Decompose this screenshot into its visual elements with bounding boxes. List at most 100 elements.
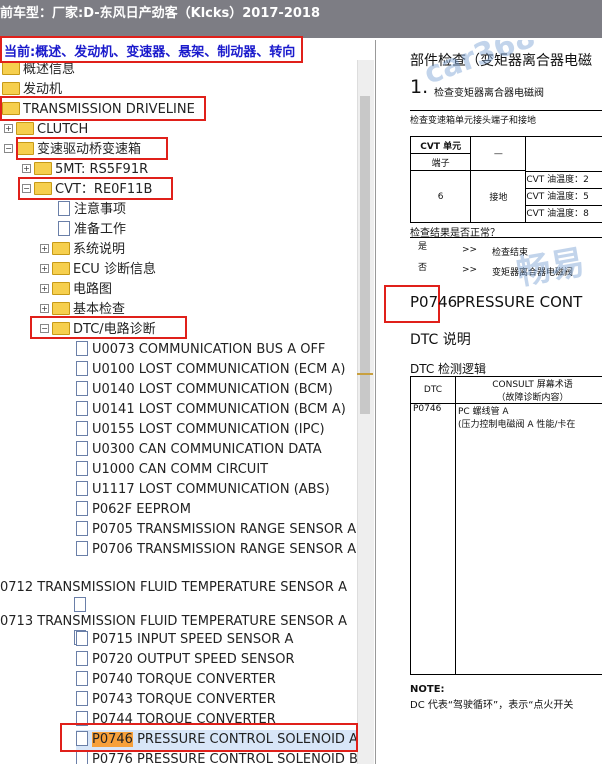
folder-open-icon — [2, 102, 20, 115]
result-no: 否 — [418, 263, 428, 273]
folder-icon — [52, 302, 70, 315]
tree-item-dtc[interactable]: P0720 OUTPUT SPEED SENSOR — [76, 650, 295, 670]
tree-item-basic-check[interactable]: + 基本检查 — [40, 300, 125, 320]
document-icon — [76, 441, 88, 456]
tree-item-preparation[interactable]: 准备工作 — [58, 220, 126, 240]
tree-item-selected-p0746[interactable]: P0746 PRESSURE CONTROL SOLENOID A — [76, 730, 357, 750]
document-icon — [58, 221, 70, 236]
step-number: 1. — [410, 76, 429, 98]
tree-item-overview[interactable]: 概述信息 — [2, 60, 75, 80]
document-icon — [76, 421, 88, 436]
tree-item-dtc[interactable]: U0155 LOST COMMUNICATION (IPC) — [76, 420, 325, 440]
tree-item-dtc[interactable]: U0141 LOST COMMUNICATION (BCM A) — [76, 400, 346, 420]
tree-item-wiring[interactable]: + 电路图 — [40, 280, 112, 300]
folder-icon — [34, 162, 52, 175]
document-icon — [76, 521, 88, 536]
document-icon — [76, 631, 88, 646]
expand-icon[interactable]: + — [4, 124, 13, 133]
navigation-tree: 概述信息 发动机 TRANSMISSION DRIVELINE + CLUTCH … — [0, 60, 357, 764]
expand-icon[interactable]: + — [22, 164, 31, 173]
tree-item-dtc[interactable]: P062F EEPROM — [76, 500, 191, 520]
tree-item-dtc[interactable]: P0743 TORQUE CONVERTER — [76, 690, 276, 710]
breadcrumb-text: 当前:概述、发动机、变速器、悬架、制动器、转向 — [4, 45, 296, 60]
tree-item-transaxle[interactable]: − 变速驱动桥变速箱 — [4, 140, 141, 160]
folder-icon — [16, 122, 34, 135]
folder-open-icon — [52, 322, 70, 335]
document-icon — [76, 461, 88, 476]
tree-item-dtc[interactable]: U0073 COMMUNICATION BUS A OFF — [76, 340, 325, 360]
collapse-icon[interactable]: − — [4, 144, 13, 153]
document-icon — [76, 341, 88, 356]
tree-item-engine[interactable]: 发动机 — [2, 80, 62, 100]
dtc-logic-heading: DTC 检测逻辑 — [410, 362, 487, 376]
tree-item-dtc[interactable]: P0740 TORQUE CONVERTER — [76, 670, 276, 690]
check-table: CVT 单元 — CVT 油温度：2 CVT 油温度：5 CVT 油温度：8 端子… — [409, 136, 602, 223]
tree-item-transmission[interactable]: TRANSMISSION DRIVELINE — [2, 100, 195, 120]
dtc-description-heading: DTC 说明 — [410, 332, 471, 348]
tree-item-precautions[interactable]: 注意事项 — [58, 200, 126, 220]
tree-item-dtc[interactable]: U0300 CAN COMMUNICATION DATA — [76, 440, 322, 460]
tree-item-p0712[interactable]: 0712 TRANSMISSION FLUID TEMPERATURE SENS… — [0, 578, 347, 598]
dtc-code: P0746 — [410, 293, 458, 311]
document-icon — [76, 381, 88, 396]
document-icon — [76, 501, 88, 516]
result-yes: 是 — [418, 242, 428, 252]
expand-icon[interactable]: + — [40, 264, 49, 273]
tree-item-dtc[interactable]: P0705 TRANSMISSION RANGE SENSOR A — [76, 520, 356, 540]
tree-item-p0713[interactable]: 0713 TRANSMISSION FLUID TEMPERATURE SENS… — [0, 612, 347, 632]
document-icon — [76, 731, 88, 746]
expand-icon[interactable]: + — [40, 284, 49, 293]
dtc-title: PRESSURE CONT — [456, 293, 583, 311]
document-icon — [76, 481, 88, 496]
document-icon — [76, 751, 88, 764]
tree-item-cvt[interactable]: − CVT：RE0F11B — [22, 180, 152, 200]
collapse-icon[interactable]: − — [22, 184, 31, 193]
step-title: 检查变矩器离合器电磁阀 — [434, 88, 544, 99]
window-title-bar: 前车型：厂家:D-东风日产劲客（Klcks）2017-2018 — [0, 0, 602, 38]
document-icon — [76, 361, 88, 376]
folder-open-icon — [34, 182, 52, 195]
expand-icon[interactable]: + — [40, 244, 49, 253]
tree-item-dtc[interactable]: U0140 LOST COMMUNICATION (BCM) — [76, 380, 333, 400]
arrow-yes: >> — [462, 245, 478, 255]
collapse-icon[interactable]: − — [40, 324, 49, 333]
tree-scrollbar-thumb[interactable] — [360, 96, 370, 414]
document-icon — [76, 671, 88, 686]
document-pane: 部件检查（变矩器离合器电磁 1. 检查变矩器离合器电磁阀 检查变速箱单元接头端子… — [375, 40, 602, 764]
document-icon — [76, 711, 88, 726]
tree-item-dtc[interactable]: P0715 INPUT SPEED SENSOR A — [76, 630, 293, 650]
document-icon — [76, 691, 88, 706]
tree-item-dtc[interactable]: P0776 PRESSURE CONTROL SOLENOID B — [76, 750, 357, 764]
divider — [410, 110, 602, 111]
tree-item-dtc[interactable]: P0706 TRANSMISSION RANGE SENSOR A — [76, 540, 356, 560]
folder-icon — [52, 242, 70, 255]
document-icon — [76, 541, 88, 556]
folder-icon — [2, 62, 20, 75]
selected-label: PRESSURE CONTROL SOLENOID A — [132, 732, 357, 747]
tree-item-5mt[interactable]: +5MT: RS5F91R — [22, 160, 148, 180]
tree-item-dtc[interactable]: U1000 CAN COMM CIRCUIT — [76, 460, 268, 480]
note-text: DC 代表“驾驶循环”，表示“点火开关 — [410, 700, 574, 711]
tree-item-dtc[interactable]: P0744 TORQUE CONVERTER — [76, 710, 276, 730]
breadcrumb: 当前:概述、发动机、变速器、悬架、制动器、转向 — [0, 40, 375, 62]
watermark-logo: 畅易 — [513, 242, 588, 294]
arrow-no: >> — [462, 265, 478, 275]
note-label: NOTE: — [410, 684, 445, 695]
tree-item-clutch[interactable]: + CLUTCH — [4, 120, 88, 140]
window-title: 前车型：厂家:D-东风日产劲客（Klcks）2017-2018 — [0, 6, 321, 21]
folder-icon — [52, 282, 70, 295]
tree-item-dtc[interactable]: U0100 LOST COMMUNICATION (ECM A) — [76, 360, 345, 380]
selected-code: P0746 — [92, 732, 133, 747]
tree-item-dtc[interactable]: U1117 LOST COMMUNICATION (ABS) — [76, 480, 330, 500]
splitter-handle[interactable] — [357, 373, 373, 375]
document-icon — [58, 201, 70, 216]
folder-open-icon — [16, 142, 34, 155]
folder-icon — [52, 262, 70, 275]
tree-item-system-desc[interactable]: + 系统说明 — [40, 240, 125, 260]
expand-icon[interactable]: + — [40, 304, 49, 313]
tree-item-ecu-diag[interactable]: + ECU 诊断信息 — [40, 260, 156, 280]
document-icon — [76, 401, 88, 416]
dtc-logic-table: DTC CONSULT 屏幕术语 （故障诊断内容） P0746 PC 螺线管 A (压力… — [410, 376, 602, 675]
document-icon — [74, 597, 86, 612]
tree-item-dtc-circuit[interactable]: − DTC/电路诊断 — [40, 320, 156, 340]
